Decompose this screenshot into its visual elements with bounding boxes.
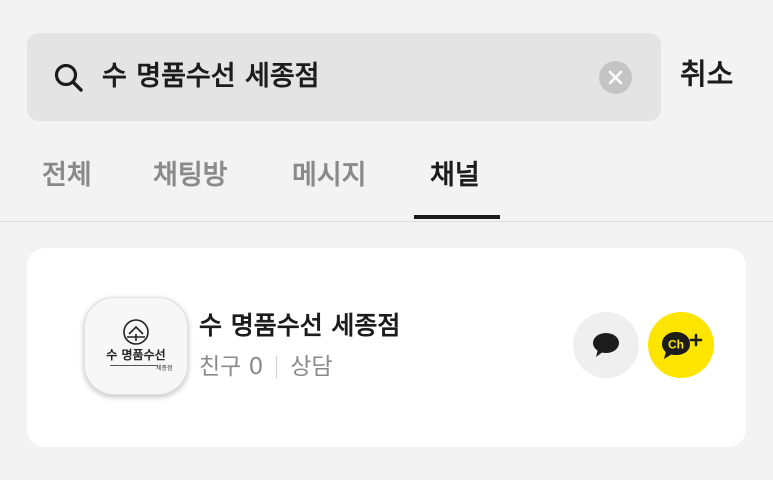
search-input[interactable]: 수 명품수선 세종점 — [27, 33, 661, 121]
close-icon — [608, 70, 623, 85]
brand-logo-icon — [115, 318, 157, 352]
tab-all[interactable]: 전체 — [42, 156, 92, 196]
tab-channels[interactable]: 채널 — [430, 156, 480, 196]
profile-branch-name: 세종점 — [156, 365, 173, 372]
tabs-divider — [0, 221, 773, 222]
channel-add-icon: Ch — [662, 332, 703, 359]
svg-text:Ch: Ch — [668, 338, 684, 352]
search-tabs: 전체 채팅방 메시지 채널 — [0, 148, 773, 222]
profile-divider — [110, 365, 158, 366]
consult-label: 상담 — [290, 354, 333, 380]
profile-brand-name: 수 명품수선 — [106, 348, 166, 362]
meta-separator — [276, 356, 278, 378]
friend-count: 친구 0 — [199, 354, 264, 380]
chat-button[interactable] — [573, 312, 639, 378]
channel-profile-image[interactable]: 수 명품수선 세종점 — [84, 297, 188, 395]
tab-chatrooms[interactable]: 채팅방 — [153, 156, 228, 196]
cancel-button[interactable]: 취소 — [680, 54, 733, 94]
add-channel-button[interactable]: Ch — [648, 312, 714, 378]
active-tab-indicator — [414, 215, 500, 219]
clear-search-button[interactable] — [599, 61, 632, 94]
channel-meta: 친구 0 상담 — [199, 350, 333, 384]
channel-result-card[interactable]: 수 명품수선 세종점 수 명품수선 세종점 친구 0 상담 Ch — [27, 248, 746, 447]
search-header: 수 명품수선 세종점 취소 — [0, 0, 773, 130]
channel-name[interactable]: 수 명품수선 세종점 — [199, 308, 400, 344]
search-query-text[interactable]: 수 명품수선 세종점 — [102, 57, 320, 97]
tab-messages[interactable]: 메시지 — [292, 156, 367, 196]
chat-bubble-icon — [593, 333, 619, 357]
search-icon — [53, 62, 85, 94]
